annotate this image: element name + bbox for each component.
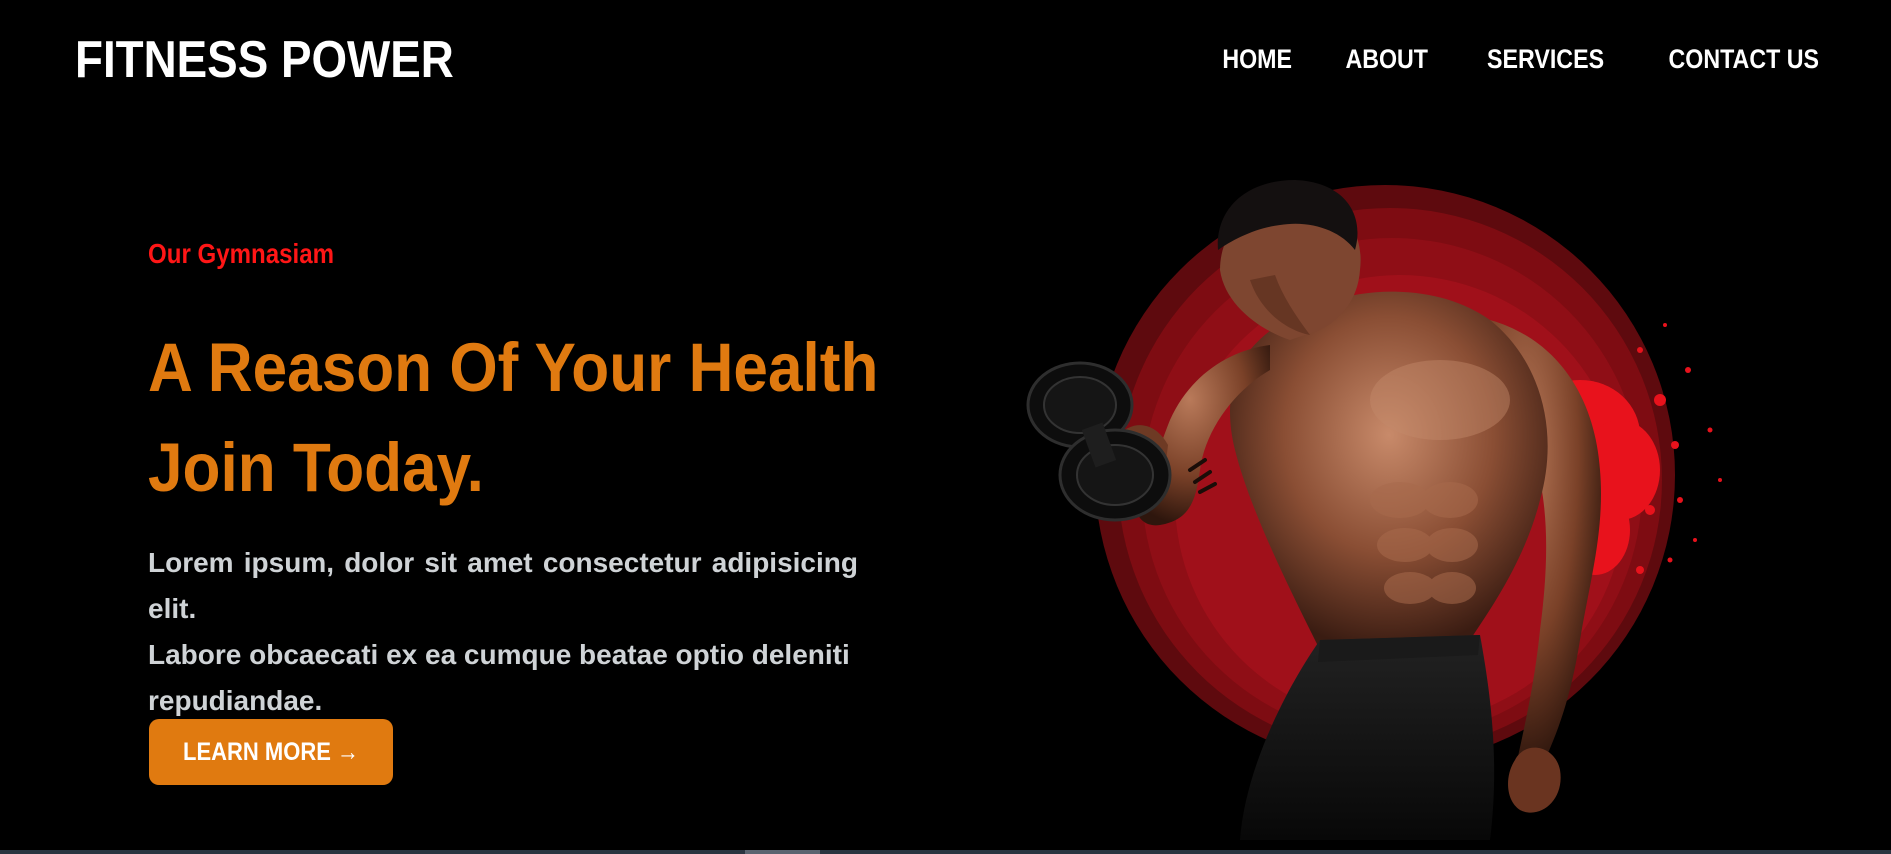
- hero-description-line-2: Labore obcaecati ex ea cumque beatae opt…: [148, 639, 850, 670]
- hero-description-line-3: repudiandae.: [148, 685, 323, 716]
- landing-page: FITNESS POWER HOME ABOUT SERVICES CONTAC…: [0, 0, 1891, 854]
- hero-eyebrow: Our Gymnasiam: [148, 238, 335, 269]
- scrollbar-thumb[interactable]: [745, 850, 820, 854]
- nav-home[interactable]: HOME: [1222, 44, 1292, 75]
- hero-headline-line-1: A Reason Of Your Health: [148, 329, 879, 406]
- nav-services[interactable]: SERVICES: [1487, 44, 1604, 75]
- hero-headline: A Reason Of Your Health Join Today.: [148, 318, 878, 518]
- site-logo[interactable]: FITNESS POWER: [75, 30, 454, 90]
- nav-about[interactable]: ABOUT: [1345, 44, 1428, 75]
- horizontal-scrollbar[interactable]: [0, 850, 1891, 854]
- nav-contact-us[interactable]: CONTACT US: [1669, 44, 1820, 75]
- hero-bodybuilder-image: [1026, 180, 1722, 840]
- learn-more-button[interactable]: LEARN MORE →: [149, 719, 393, 785]
- learn-more-label: LEARN MORE →: [183, 737, 359, 766]
- hero-headline-line-2: Join Today.: [148, 429, 484, 506]
- main-nav: HOME ABOUT SERVICES CONTACT US: [1171, 44, 1819, 75]
- hero-description-line-1: Lorem ipsum, dolor sit amet consectetur …: [148, 547, 858, 624]
- hero-description: Lorem ipsum, dolor sit amet consectetur …: [148, 540, 858, 724]
